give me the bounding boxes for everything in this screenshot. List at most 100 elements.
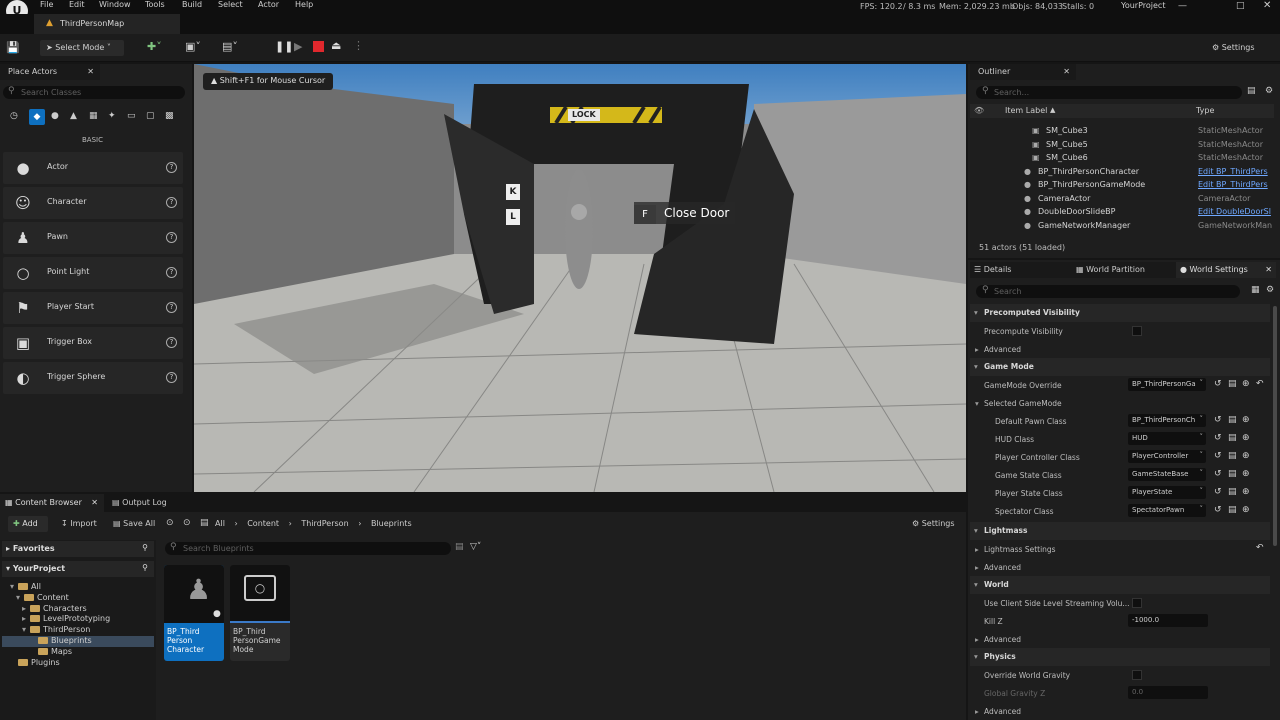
recent-icon[interactable]: ◷ bbox=[10, 111, 18, 121]
lights-category-icon[interactable]: ● bbox=[51, 111, 59, 121]
close-icon[interactable]: ✕ bbox=[1063, 67, 1070, 76]
folder-tree-item[interactable]: ▾ ThirdPerson bbox=[2, 625, 154, 636]
cinematics-icon[interactable]: ▤˅ bbox=[222, 40, 238, 53]
gear-icon[interactable]: ⚙ bbox=[1266, 285, 1274, 295]
cinematic-category-icon[interactable]: ▦ bbox=[89, 111, 98, 121]
browse-icon[interactable]: ↺ bbox=[1214, 469, 1222, 479]
property-combo[interactable]: GameStateBase ˅ bbox=[1128, 468, 1206, 481]
reset-icon[interactable]: ↶ bbox=[1256, 379, 1264, 389]
section-precomputed-visibility[interactable]: ▾ Precomputed Visibility bbox=[970, 304, 1270, 322]
menu-window[interactable]: Window bbox=[99, 0, 131, 9]
find-asset-icon[interactable]: ▤ bbox=[1228, 433, 1237, 443]
details-scrollbar[interactable] bbox=[1273, 306, 1277, 546]
maximize-icon[interactable]: □ bbox=[1236, 1, 1245, 11]
add-icon[interactable]: ⊕ bbox=[1242, 469, 1250, 479]
select-mode-button[interactable]: ➤ Select Mode ˅ bbox=[40, 40, 124, 56]
folder-tree-item[interactable]: ▸ LevelPrototyping bbox=[2, 614, 154, 625]
type-column[interactable]: Type bbox=[1196, 106, 1214, 115]
advanced-row[interactable]: ▸ Advanced bbox=[970, 630, 1270, 648]
breadcrumb-all[interactable]: All bbox=[215, 519, 225, 528]
menu-file[interactable]: File bbox=[40, 0, 53, 9]
back-icon[interactable]: ⊙ bbox=[166, 518, 174, 528]
gamemode-override-combo[interactable]: BP_ThirdPersonGa ˅ bbox=[1128, 378, 1206, 391]
outliner-item-type[interactable]: Edit DoubleDoorSl bbox=[1198, 207, 1271, 216]
folder-tree-item[interactable]: ▸ Characters bbox=[2, 604, 154, 615]
close-icon[interactable]: ✕ bbox=[1265, 265, 1272, 274]
help-icon[interactable]: ? bbox=[166, 232, 177, 243]
asset-bp-third-person-game-mode[interactable]: ○ BP_Third PersonGame Mode bbox=[230, 565, 290, 661]
global-gravity-input[interactable]: 0.0 bbox=[1128, 686, 1208, 699]
menu-tools[interactable]: Tools bbox=[145, 0, 165, 9]
add-icon[interactable]: ⊕ bbox=[1242, 487, 1250, 497]
basic-category-icon[interactable]: ◆ bbox=[29, 109, 45, 125]
breadcrumb-blueprints[interactable]: Blueprints bbox=[371, 519, 412, 528]
actor-item[interactable]: ☺ Character? bbox=[3, 187, 183, 219]
table-view-icon[interactable]: ▦ bbox=[1251, 285, 1260, 295]
help-icon[interactable]: ? bbox=[166, 162, 177, 173]
add-icon[interactable]: ⊕ bbox=[1242, 505, 1250, 515]
shapes-category-icon[interactable]: ▲ bbox=[70, 111, 77, 121]
actor-item[interactable]: ○ Point Light? bbox=[3, 257, 183, 289]
outliner-row[interactable]: ● CameraActor CameraActor bbox=[974, 194, 1274, 207]
save-all-button[interactable]: ▤ Save All bbox=[113, 519, 155, 528]
precompute-visibility-checkbox[interactable] bbox=[1132, 326, 1142, 336]
search-icon[interactable]: ⚲ bbox=[142, 543, 148, 552]
find-asset-icon[interactable]: ▤ bbox=[1228, 451, 1237, 461]
folder-tree-item[interactable]: Plugins bbox=[2, 658, 154, 669]
property-combo[interactable]: SpectatorPawn ˅ bbox=[1128, 504, 1206, 517]
minimize-icon[interactable]: — bbox=[1178, 1, 1187, 11]
add-content-icon[interactable]: ✚˅ bbox=[147, 40, 162, 53]
close-icon[interactable]: ✕ bbox=[87, 67, 94, 76]
item-label-column[interactable]: Item Label bbox=[1005, 106, 1047, 115]
outliner-row[interactable]: ● GameNetworkManager GameNetworkMan bbox=[974, 221, 1274, 234]
section-lightmass[interactable]: ▾ Lightmass bbox=[970, 522, 1270, 540]
details-search-input[interactable]: Search bbox=[976, 285, 1240, 298]
step-icon[interactable]: ▶ bbox=[294, 40, 302, 53]
more-options-icon[interactable]: ⋮ bbox=[353, 39, 364, 52]
outliner-item-type[interactable]: Edit BP_ThirdPers bbox=[1198, 167, 1268, 176]
browse-icon[interactable]: ↺ bbox=[1214, 433, 1222, 443]
advanced-row[interactable]: ▸ Advanced bbox=[970, 340, 1270, 358]
close-window-icon[interactable]: ✕ bbox=[1263, 0, 1271, 11]
settings-button[interactable]: ⚙ Settings bbox=[1206, 40, 1270, 56]
menu-help[interactable]: Help bbox=[295, 0, 313, 9]
find-asset-icon[interactable]: ▤ bbox=[1228, 505, 1237, 515]
outliner-row[interactable]: ▣ SM_Cube3 StaticMeshActor bbox=[974, 126, 1274, 139]
import-button[interactable]: ↧ Import bbox=[61, 519, 97, 528]
property-combo[interactable]: BP_ThirdPersonCh ˅ bbox=[1128, 414, 1206, 427]
world-settings-tab[interactable]: ● World Settings ✕ bbox=[1176, 262, 1276, 278]
add-icon[interactable]: ⊕ bbox=[1242, 415, 1250, 425]
advanced-row[interactable]: ▸ Advanced bbox=[970, 558, 1270, 576]
place-actors-tab[interactable]: Place Actors ✕ bbox=[0, 64, 100, 80]
find-asset-icon[interactable]: ▤ bbox=[1228, 469, 1237, 479]
browse-icon[interactable]: ↺ bbox=[1214, 379, 1222, 389]
add-icon[interactable]: ⊕ bbox=[1242, 451, 1250, 461]
add-icon[interactable]: ⊕ bbox=[1242, 433, 1250, 443]
actor-item[interactable]: ♟ Pawn? bbox=[3, 222, 183, 254]
help-icon[interactable]: ? bbox=[166, 197, 177, 208]
search-icon[interactable]: ⚲ bbox=[142, 563, 148, 572]
actor-item[interactable]: ◐ Trigger Sphere? bbox=[3, 362, 183, 394]
outliner-row[interactable]: ● BP_ThirdPersonGameMode Edit BP_ThirdPers bbox=[974, 180, 1274, 193]
advanced-row[interactable]: ▸ Advanced bbox=[970, 702, 1270, 720]
blueprints-icon[interactable]: ▣˅ bbox=[185, 40, 201, 53]
menu-edit[interactable]: Edit bbox=[69, 0, 85, 9]
forward-icon[interactable]: ⊙ bbox=[183, 518, 191, 528]
level-viewport[interactable]: LOCK K L ▲ Shift+F1 for Mouse Cursor F Cl… bbox=[194, 64, 966, 492]
world-partition-tab[interactable]: ▦ World Partition bbox=[1076, 265, 1145, 274]
details-tab[interactable]: ☰ Details bbox=[974, 265, 1011, 274]
browse-icon[interactable]: ↺ bbox=[1214, 451, 1222, 461]
property-combo[interactable]: HUD ˅ bbox=[1128, 432, 1206, 445]
reset-icon[interactable]: ↶ bbox=[1256, 543, 1264, 553]
help-icon[interactable]: ? bbox=[166, 267, 177, 278]
asset-bp-third-person-character[interactable]: ♟ ● BP_Third Person Character bbox=[164, 565, 224, 661]
actor-item[interactable]: ▣ Trigger Box? bbox=[3, 327, 183, 359]
outliner-row[interactable]: ● DoubleDoorSlideBP Edit DoubleDoorSl bbox=[974, 207, 1274, 220]
help-icon[interactable]: ? bbox=[166, 302, 177, 313]
browse-icon[interactable]: ↺ bbox=[1214, 415, 1222, 425]
pause-icon[interactable]: ❚❚ bbox=[275, 40, 293, 53]
section-physics[interactable]: ▾ Physics bbox=[970, 648, 1270, 666]
section-game-mode[interactable]: ▾ Game Mode bbox=[970, 358, 1270, 376]
add-icon[interactable]: ⊕ bbox=[1242, 379, 1250, 389]
breadcrumb-content[interactable]: Content bbox=[247, 519, 279, 528]
